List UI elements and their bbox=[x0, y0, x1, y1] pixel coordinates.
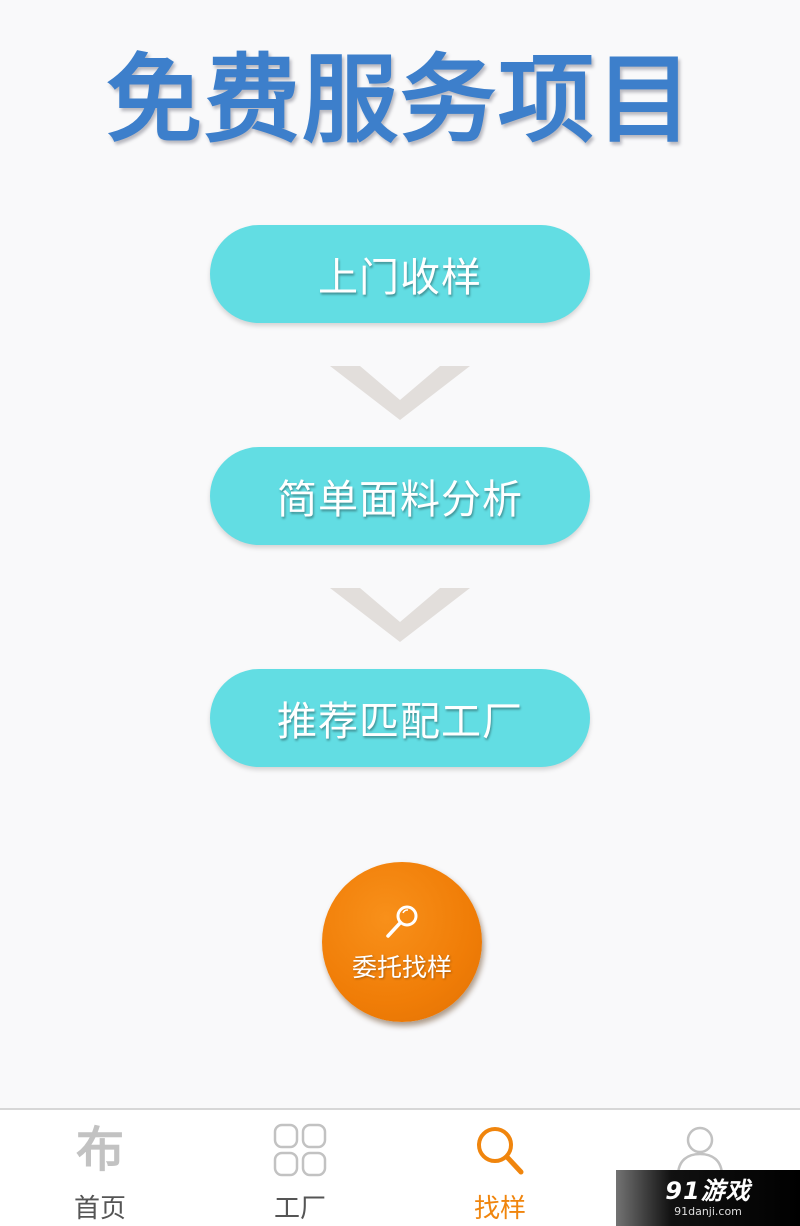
watermark-sub-text: 91danji.com bbox=[674, 1205, 742, 1218]
chevron-down-icon bbox=[330, 366, 470, 420]
page-title: 免费服务项目 bbox=[106, 44, 694, 156]
entrust-search-button[interactable]: 委托找样 bbox=[322, 862, 482, 1022]
tab-home[interactable]: 布 首页 bbox=[0, 1110, 200, 1226]
site-watermark: 91游戏 91danji.com bbox=[616, 1170, 800, 1226]
magnifier-icon bbox=[386, 905, 418, 938]
step-pill-analysis: 简单面料分析 bbox=[210, 447, 590, 545]
watermark-main-text: 91游戏 bbox=[665, 1177, 751, 1205]
grid-icon bbox=[273, 1123, 327, 1177]
step-pill-pickup: 上门收样 bbox=[210, 225, 590, 323]
cta-label: 委托找样 bbox=[351, 953, 452, 982]
app-screen: 免费服务项目 上门收样 简单面料分析 推荐匹配工厂 委托找样 布 首页 工厂 找… bbox=[0, 0, 800, 1226]
tab-factory[interactable]: 工厂 bbox=[200, 1110, 400, 1226]
step-label: 上门收样 bbox=[318, 255, 482, 301]
search-icon bbox=[477, 1127, 524, 1175]
chevron-down-icon bbox=[330, 588, 470, 642]
tab-find-sample[interactable]: 找样 bbox=[400, 1110, 600, 1226]
step-label: 简单面料分析 bbox=[277, 477, 523, 523]
step-pill-factory-match: 推荐匹配工厂 bbox=[210, 669, 590, 767]
watermark-logo: 91游戏 91danji.com bbox=[665, 1179, 750, 1217]
tab-label-home: 首页 bbox=[73, 1194, 126, 1224]
tab-label-factory: 工厂 bbox=[273, 1194, 326, 1224]
tab-label-find-sample: 找样 bbox=[473, 1194, 526, 1224]
fabric-logo-icon: 布 bbox=[75, 1122, 124, 1178]
step-label: 推荐匹配工厂 bbox=[277, 699, 523, 745]
